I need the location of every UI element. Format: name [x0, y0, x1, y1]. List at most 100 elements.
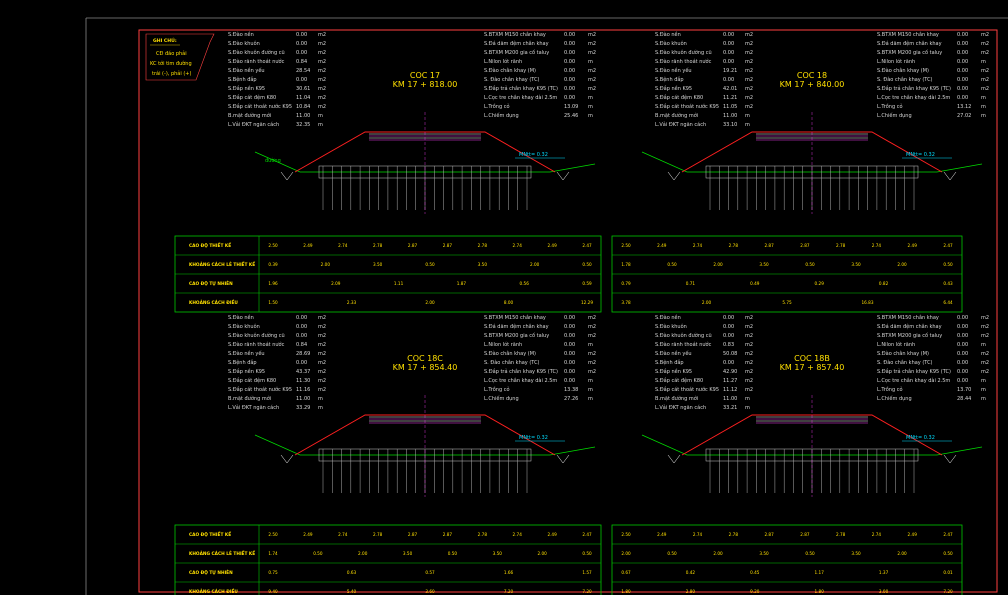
- stat-value: 0.00: [296, 50, 307, 56]
- design-offset: 2.00: [897, 551, 907, 556]
- stat-label: L.Trồng cỏ: [484, 385, 510, 393]
- stat-unit: m2: [318, 315, 326, 321]
- design-elevation: 2.74: [338, 243, 348, 248]
- stat-value: 25.46: [564, 113, 578, 119]
- stat-value: 0.00: [723, 41, 734, 47]
- stat-unit: m2: [318, 68, 326, 74]
- stat-unit: m2: [745, 369, 753, 375]
- design-offset: 0.50: [667, 262, 677, 267]
- natural-elevation: 0.71: [686, 281, 696, 286]
- stat-value: 11.12: [723, 387, 737, 393]
- natural-elevation: 1.37: [879, 570, 889, 575]
- stat-unit: m: [318, 113, 323, 119]
- natural-elevation: 1.17: [815, 570, 825, 575]
- stat-unit: m2: [318, 369, 326, 375]
- cumulative-distance: 3.78: [621, 300, 631, 305]
- stat-value: 0.00: [957, 68, 968, 74]
- stat-label: S.Đào rãnh thoát nước: [655, 341, 712, 348]
- stat-label: S.Đào rãnh thoát nước: [228, 58, 285, 65]
- natural-elevation: 0.29: [815, 281, 825, 286]
- stat-label: S.Đào nền: [228, 30, 254, 38]
- stat-value: 11.30: [296, 378, 310, 384]
- water-level-label: MNtt= 0.32: [519, 152, 548, 158]
- cumulative-distance: 8.00: [504, 300, 514, 305]
- stat-label: S.Đắp nền K95: [228, 84, 265, 92]
- design-elevation: 2.78: [373, 532, 383, 537]
- stat-unit: m2: [588, 315, 596, 321]
- stat-value: 42.01: [723, 86, 737, 92]
- stat-value: 11.00: [723, 396, 737, 402]
- stat-label: L.Vải ĐKT ngăn cách: [655, 404, 706, 411]
- stat-value: 0.00: [296, 360, 307, 366]
- stat-label: S.Đào khuôn đường cũ: [228, 49, 285, 56]
- stat-value: 28.44: [957, 396, 971, 402]
- stat-value: 10.84: [296, 104, 310, 110]
- stat-label: S.Đắp trả chân khay K95 (TC): [877, 85, 951, 92]
- stat-unit: m2: [588, 360, 596, 366]
- stat-unit: m2: [318, 324, 326, 330]
- design-offset: 2.00: [713, 262, 723, 267]
- design-offset: 3.50: [851, 551, 861, 556]
- stat-value: 0.00: [296, 315, 307, 321]
- stat-label: S.Đắp cát thoát nước K95: [228, 386, 292, 393]
- stat-unit: m: [588, 113, 593, 119]
- stat-value: 50.08: [723, 351, 737, 357]
- stat-label: L.Nilon lót rãnh: [484, 58, 522, 65]
- stat-unit: m2: [318, 41, 326, 47]
- stat-label: S.BTXM M200 gia cố taluy: [877, 49, 942, 56]
- stat-label: S.Đắp nền K95: [655, 367, 692, 375]
- natural-elevation: 0.59: [582, 281, 592, 286]
- stat-value: 27.26: [564, 396, 578, 402]
- natural-elevation: 1.96: [268, 281, 278, 286]
- stat-unit: m2: [588, 86, 596, 92]
- stat-label: S.Đắp cát đệm K80: [228, 94, 276, 101]
- stat-unit: m: [745, 405, 750, 411]
- design-offset: 0.50: [448, 551, 458, 556]
- stat-label: S.Đào nền: [655, 313, 681, 321]
- design-elevation: 2.47: [943, 243, 953, 248]
- cumulative-distance: 9.40: [268, 589, 278, 594]
- stat-value: 0.00: [723, 59, 734, 65]
- stat-label: S.Đắp cát thoát nước K95: [655, 386, 719, 393]
- stat-value: 28.69: [296, 351, 310, 357]
- stat-value: 13.12: [957, 104, 971, 110]
- design-elevation: 2.49: [303, 243, 313, 248]
- stat-label: L.Nilon lót rãnh: [484, 341, 522, 348]
- stat-value: 0.00: [957, 95, 968, 101]
- stat-value: 0.00: [564, 360, 575, 366]
- stat-label: S.Bệnh đắp: [228, 76, 257, 83]
- stat-unit: m2: [745, 86, 753, 92]
- stat-unit: m: [981, 342, 986, 348]
- water-level-label: MNtt= 0.32: [906, 152, 935, 158]
- stat-unit: m: [745, 122, 750, 128]
- stat-unit: m2: [745, 77, 753, 83]
- stat-label: L.Chiếm dụng: [484, 112, 519, 119]
- cumulative-distance: 7.20: [504, 589, 514, 594]
- stat-label: S.Đá dăm đệm chân khay: [877, 40, 942, 47]
- stat-label: S.BTXM M150 chân khay: [877, 31, 939, 38]
- design-elevation: 2.78: [729, 243, 739, 248]
- cad-drawing-canvas[interactable]: GHI CHÚ: CĐ đáo phải KC tới tim đường tr…: [0, 0, 1008, 595]
- natural-elevation: 1.66: [504, 570, 514, 575]
- cumulative-distance: 9.20: [750, 589, 760, 594]
- stat-unit: m2: [318, 77, 326, 83]
- stat-unit: m2: [981, 333, 989, 339]
- cumulative-distance: 5.75: [782, 300, 792, 305]
- stat-value: 11.00: [723, 113, 737, 119]
- stat-unit: m2: [981, 369, 989, 375]
- cumulative-distance: 12.29: [581, 300, 593, 305]
- stat-value: 0.00: [957, 351, 968, 357]
- stat-unit: m2: [318, 50, 326, 56]
- stat-unit: m: [588, 95, 593, 101]
- stat-label: L.Chiếm dụng: [877, 395, 912, 402]
- stat-value: 28.54: [296, 68, 310, 74]
- natural-elevation: 1.87: [457, 281, 467, 286]
- cumulative-distance: 7.20: [943, 589, 953, 594]
- stat-label: L.Nilon lót rãnh: [877, 341, 915, 348]
- stat-unit: m: [588, 59, 593, 65]
- design-offset: 0.50: [667, 551, 677, 556]
- stat-label: L.Nilon lót rãnh: [877, 58, 915, 65]
- stat-label: B.mặt đường mới: [655, 395, 698, 402]
- stat-unit: m2: [318, 351, 326, 357]
- stat-value: 0.00: [564, 68, 575, 74]
